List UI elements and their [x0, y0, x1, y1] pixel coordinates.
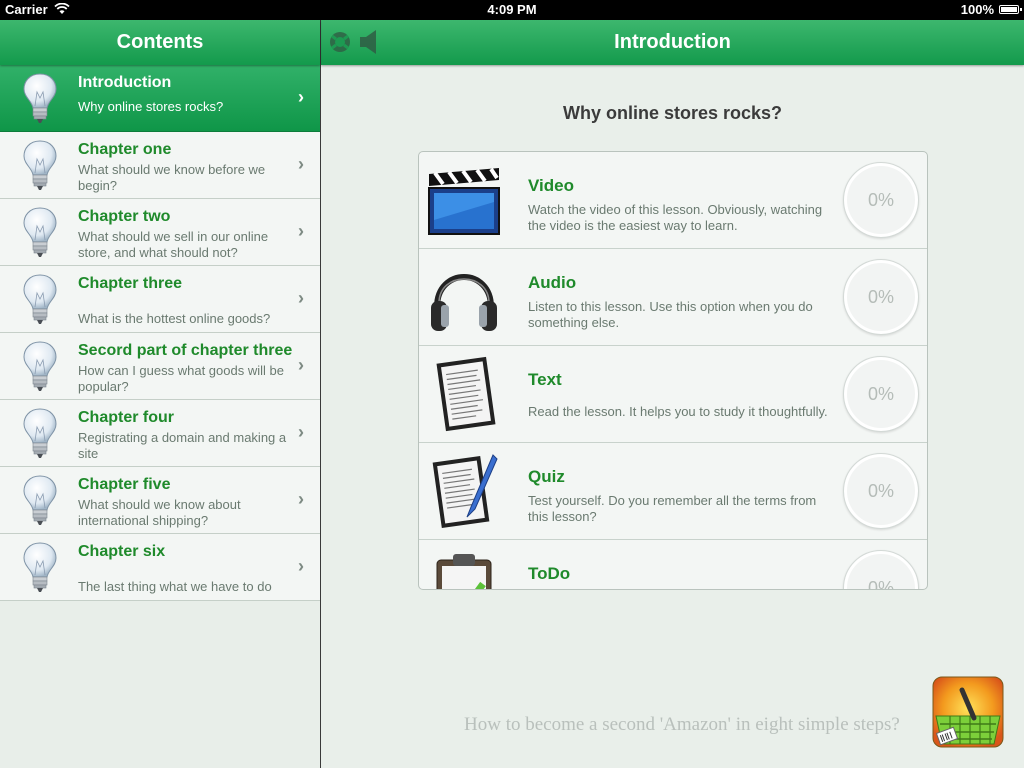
lesson-option-row[interactable]: Audio Listen to this lesson. Use this op… [419, 249, 927, 346]
lesson-subtitle: Why online stores rocks? [562, 103, 783, 123]
progress-percent: 0% [867, 190, 894, 210]
chapter-title: Chapter one [78, 141, 172, 158]
sidebar-title: Contents [0, 20, 320, 65]
lightbulb-icon [23, 475, 57, 525]
lesson-options-list: Video Watch the video of this lesson. Ob… [418, 151, 928, 590]
chevron-right-icon: › [298, 221, 304, 241]
progress-circle: 0% [843, 453, 919, 529]
chapter-title: Chapter three [78, 275, 183, 292]
lightbulb-icon [23, 542, 57, 592]
lesson-option-description: Read the lesson. It helps you to study i… [528, 404, 828, 419]
chapter-row[interactable]: Chapter four Registrating a domain and m… [0, 400, 320, 467]
chapter-description: The last thing what we have to do [78, 579, 272, 594]
detail-header: Introduction [321, 20, 1024, 65]
lesson-option-name: Audio [528, 273, 577, 292]
progress-circle: 0% [843, 259, 919, 335]
document-icon [427, 354, 501, 434]
chapter-title: Secord part of chapter three [78, 342, 293, 359]
book-tagline: How to become a second 'Amazon' in eight… [464, 714, 900, 735]
shopping-basket-app-icon[interactable] [932, 676, 1004, 748]
chapter-description: What is the hottest online goods? [78, 311, 271, 326]
chapter-title: Chapter six [78, 543, 166, 560]
lesson-option-description: Listen to this lesson. Use this option w… [528, 299, 813, 330]
progress-circle: 0% [843, 550, 919, 590]
clapperboard-icon [427, 160, 501, 240]
chevron-right-icon: › [298, 87, 304, 107]
lesson-option-row[interactable]: Text Read the lesson. It helps you to st… [419, 346, 927, 443]
chapter-row[interactable]: Chapter three What is the hottest online… [0, 266, 320, 333]
lesson-option-description: Watch the video of this lesson. Obviousl… [528, 202, 823, 233]
chevron-right-icon: › [298, 422, 304, 442]
lesson-option-name: ToDo [528, 564, 571, 583]
lightbulb-icon [23, 140, 57, 190]
lightbulb-icon [23, 207, 57, 257]
lesson-option-name: Text [528, 370, 562, 389]
chevron-right-icon: › [298, 355, 304, 375]
status-bar: Carrier 4:09 PM 100% [0, 0, 1024, 20]
headphones-icon [427, 257, 501, 337]
chapter-title: Introduction [78, 74, 172, 91]
lesson-option-name: Quiz [528, 467, 565, 486]
detail-pane: Introduction Why online stores rocks? Vi… [321, 20, 1024, 768]
lightbulb-icon [23, 408, 57, 458]
progress-percent: 0% [867, 384, 894, 404]
lesson-option-description: Test yourself. Do you remember all the t… [528, 493, 817, 524]
progress-percent: 0% [867, 287, 894, 307]
progress-percent: 0% [867, 578, 894, 590]
chapter-description: What should we know before we begin? [78, 162, 266, 193]
chapter-description: What should we know about international … [78, 497, 241, 528]
chapter-title: Chapter four [78, 409, 174, 426]
chapter-row[interactable]: Chapter two What should we sell in our o… [0, 199, 320, 266]
contents-sidebar: Contents Introduction Why online stores … [0, 20, 321, 768]
chapter-row[interactable]: Chapter five What should we know about i… [0, 467, 320, 534]
lesson-option-row[interactable]: Quiz Test yourself. Do you remember all … [419, 443, 927, 540]
chapter-row[interactable]: Introduction Why online stores rocks? › [0, 65, 320, 132]
battery-percent: 100% [960, 2, 994, 17]
chapter-title: Chapter two [78, 208, 171, 225]
lesson-option-row[interactable]: ToDo 0% [419, 540, 927, 590]
chapter-description: Registrating a domain and making a site [78, 430, 287, 461]
chevron-right-icon: › [298, 556, 304, 576]
chevron-right-icon: › [298, 288, 304, 308]
chapter-description: Why online stores rocks? [78, 99, 224, 114]
chapter-row[interactable]: Secord part of chapter three How can I g… [0, 333, 320, 400]
progress-circle: 0% [843, 162, 919, 238]
clock: 4:09 PM [487, 2, 537, 17]
quiz-pen-icon [427, 451, 501, 531]
chapter-title: Chapter five [78, 476, 171, 493]
chevron-right-icon: › [298, 154, 304, 174]
detail-title: Introduction [614, 31, 731, 53]
chapter-description: What should we sell in our online store,… [78, 229, 269, 260]
progress-circle: 0% [843, 356, 919, 432]
lightbulb-icon [23, 73, 57, 123]
chapter-row[interactable]: Chapter one What should we know before w… [0, 132, 320, 199]
lightbulb-icon [23, 274, 57, 324]
clipboard-check-icon [427, 548, 501, 589]
lesson-option-name: Video [528, 176, 574, 195]
lesson-option-row[interactable]: Video Watch the video of this lesson. Ob… [419, 152, 927, 249]
battery-icon [999, 5, 1022, 14]
chapter-row[interactable]: Chapter six The last thing what we have … [0, 534, 320, 601]
chevron-right-icon: › [298, 489, 304, 509]
lightbulb-icon [23, 341, 57, 391]
chapter-list: Introduction Why online stores rocks? › … [0, 65, 320, 601]
progress-percent: 0% [867, 481, 894, 501]
chapter-description: How can I guess what goods will be popul… [78, 363, 284, 394]
